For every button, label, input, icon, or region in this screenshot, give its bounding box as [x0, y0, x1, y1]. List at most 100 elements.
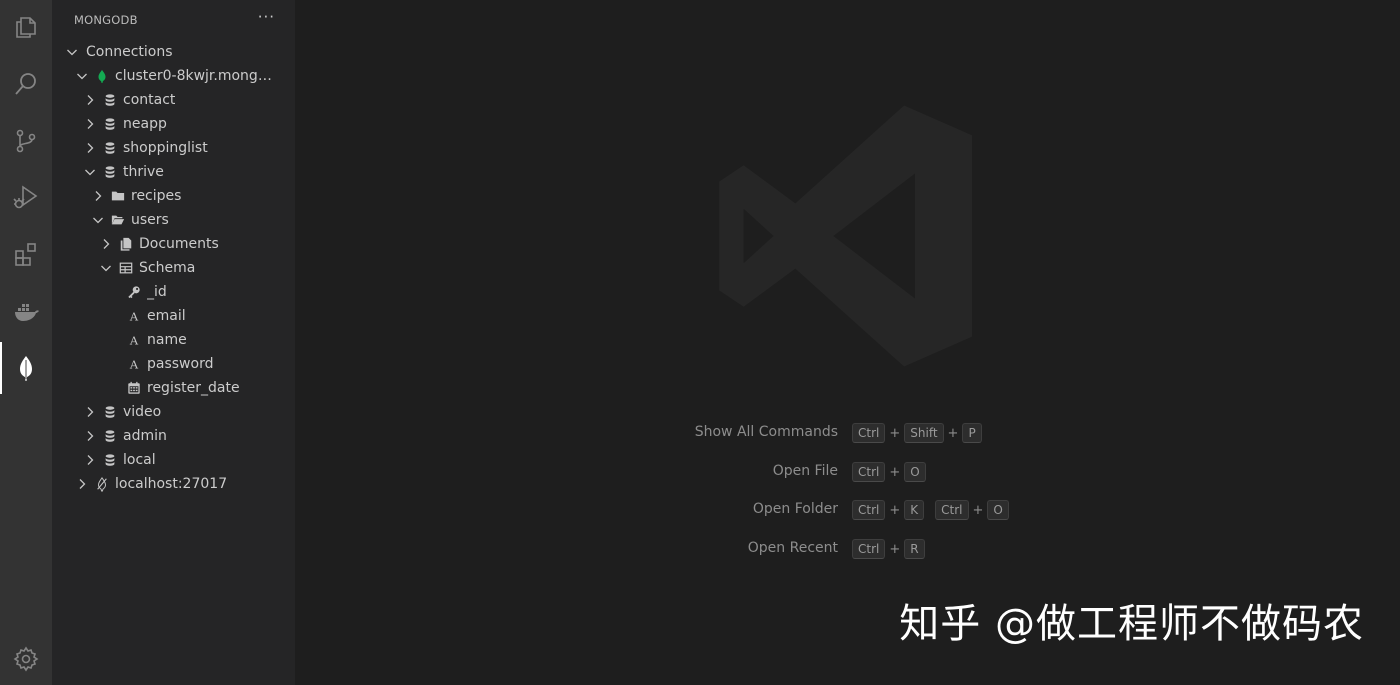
- svg-text:A: A: [129, 333, 139, 347]
- key-icon: [126, 284, 142, 300]
- keycap: Shift: [904, 423, 944, 443]
- chevron-down-icon[interactable]: [90, 212, 106, 228]
- tree-item-shoppinglist[interactable]: shoppinglist: [52, 136, 295, 160]
- sidebar-title: MONGODB: [74, 13, 138, 27]
- keycap: Ctrl: [852, 539, 886, 559]
- more-actions-icon[interactable]: ···: [258, 9, 275, 25]
- editor-area: Show All Commands Ctrl + Shift + P Open File Ct…: [295, 0, 1400, 685]
- table-icon: [118, 260, 134, 276]
- calendar-icon: [126, 380, 142, 396]
- tree-item-label: admin: [123, 428, 167, 444]
- tree-item-label: _id: [147, 284, 167, 300]
- tree-item-label: register_date: [147, 380, 240, 396]
- chevron-right-icon[interactable]: [82, 92, 98, 108]
- tree-item-label: local: [123, 452, 156, 468]
- shortcut-row[interactable]: Open Folder Ctrl + K Ctrl + O: [295, 498, 1400, 524]
- tree-item-contact[interactable]: contact: [52, 88, 295, 112]
- tree-item-admin[interactable]: admin: [52, 424, 295, 448]
- keycap: K: [904, 500, 925, 520]
- keycap: Ctrl: [852, 500, 886, 520]
- shortcut-label: Open Recent: [747, 540, 838, 556]
- tree-item-name[interactable]: Aname: [52, 328, 295, 352]
- tree-item-label: Schema: [139, 260, 196, 276]
- shortcut-row[interactable]: Open Recent Ctrl + R: [295, 537, 1400, 563]
- string-type-icon: A: [126, 356, 142, 372]
- extensions-icon[interactable]: [0, 229, 52, 281]
- tree-item-id[interactable]: _id: [52, 280, 295, 304]
- tree-item-localhost-27017[interactable]: localhost:27017: [52, 472, 295, 496]
- vscode-logo-icon: [711, 100, 983, 376]
- chevron-right-icon[interactable]: [82, 140, 98, 156]
- database-icon: [102, 140, 118, 156]
- shortcut-row[interactable]: Show All Commands Ctrl + Shift + P: [295, 421, 1400, 447]
- tree-item-schema[interactable]: Schema: [52, 256, 295, 280]
- run-debug-icon[interactable]: [0, 171, 52, 223]
- shortcut-label: Open Folder: [752, 501, 838, 517]
- key-separator: +: [889, 541, 901, 557]
- chevron-down-icon[interactable]: [82, 164, 98, 180]
- keycap: P: [962, 423, 982, 443]
- chevron-down-icon[interactable]: [98, 260, 114, 276]
- shortcut-label: Show All Commands: [694, 424, 838, 440]
- tree-item-label: Connections: [86, 44, 173, 60]
- tree-item-label: shoppinglist: [123, 140, 208, 156]
- chevron-right-icon[interactable]: [98, 236, 114, 252]
- database-icon: [102, 428, 118, 444]
- mongodb-icon[interactable]: [0, 342, 52, 394]
- chevron-right-icon[interactable]: [90, 188, 106, 204]
- folder-open-icon: [110, 212, 126, 228]
- chevron-down-icon[interactable]: [64, 44, 80, 60]
- tree-item-password[interactable]: Apassword: [52, 352, 295, 376]
- keycap: Ctrl: [852, 423, 886, 443]
- keycap: Ctrl: [852, 462, 886, 482]
- chevron-down-icon[interactable]: [74, 68, 90, 84]
- tree-item-local[interactable]: local: [52, 448, 295, 472]
- documents-icon: [118, 236, 134, 252]
- database-icon: [102, 92, 118, 108]
- shortcut-row[interactable]: Open File Ctrl + O: [295, 460, 1400, 486]
- explorer-icon[interactable]: [0, 1, 52, 53]
- tree-item-connections[interactable]: Connections: [52, 40, 295, 64]
- disconnected-leaf-icon: [94, 476, 110, 492]
- tree-item-label: localhost:27017: [115, 476, 228, 492]
- svg-text:A: A: [129, 309, 139, 323]
- tree-item-label: name: [147, 332, 187, 348]
- chevron-right-icon[interactable]: [82, 428, 98, 444]
- chevron-right-icon[interactable]: [74, 476, 90, 492]
- connections-tree: Connections cluster0-8kwjr.mongod... conta…: [52, 40, 295, 496]
- tree-item-label: video: [123, 404, 162, 420]
- sidebar-header: MONGODB ···: [52, 0, 295, 40]
- tree-item-users[interactable]: users: [52, 208, 295, 232]
- chevron-right-icon[interactable]: [82, 452, 98, 468]
- search-icon[interactable]: [0, 58, 52, 110]
- tree-item-label: neapp: [123, 116, 167, 132]
- database-icon: [102, 452, 118, 468]
- leaf-icon: [94, 68, 110, 84]
- tree-item-documents[interactable]: Documents: [52, 232, 295, 256]
- docker-icon[interactable]: [0, 285, 52, 337]
- source-control-icon[interactable]: [0, 115, 52, 167]
- tree-item-thrive[interactable]: thrive: [52, 160, 295, 184]
- tree-item-email[interactable]: Aemail: [52, 304, 295, 328]
- chevron-right-icon[interactable]: [82, 116, 98, 132]
- database-icon: [102, 164, 118, 180]
- key-separator: +: [889, 464, 901, 480]
- tree-item-register-date[interactable]: register_date: [52, 376, 295, 400]
- tree-item-label: cluster0-8kwjr.mongod...: [115, 68, 275, 84]
- tree-item-label: users: [131, 212, 169, 228]
- keybinding: Ctrl + K Ctrl + O: [852, 500, 1009, 520]
- keybinding: Ctrl + O: [852, 462, 926, 482]
- chevron-right-icon[interactable]: [82, 404, 98, 420]
- tree-item-video[interactable]: video: [52, 400, 295, 424]
- tree-item-neapp[interactable]: neapp: [52, 112, 295, 136]
- tree-item-recipes[interactable]: recipes: [52, 184, 295, 208]
- tree-item-cluster0-8kwjr-mongod[interactable]: cluster0-8kwjr.mongod...: [52, 64, 295, 88]
- settings-gear-icon[interactable]: [0, 633, 52, 685]
- keycap: R: [904, 539, 925, 559]
- tree-item-label: Documents: [139, 236, 219, 252]
- tree-item-label: recipes: [131, 188, 182, 204]
- keybinding: Ctrl + R: [852, 539, 925, 559]
